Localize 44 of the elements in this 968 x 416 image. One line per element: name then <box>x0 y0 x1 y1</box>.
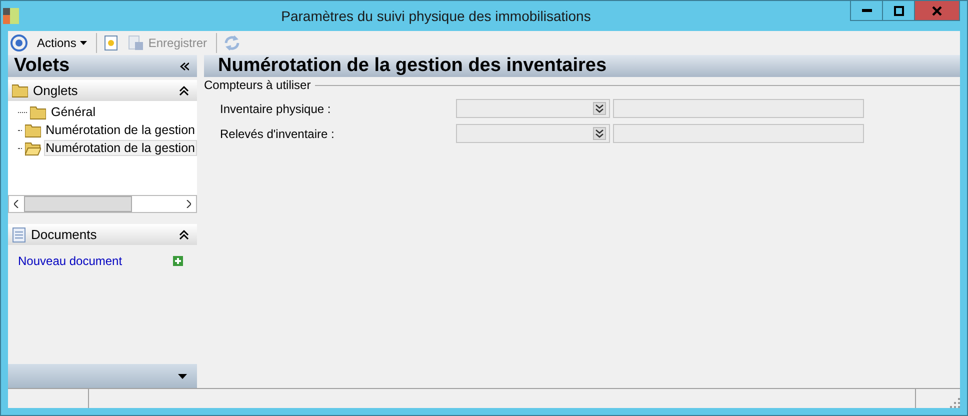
document-icon <box>12 226 26 242</box>
add-icon[interactable] <box>173 256 183 266</box>
close-icon <box>932 6 942 16</box>
caret-icon <box>80 41 88 45</box>
target-icon[interactable] <box>10 34 28 52</box>
resize-grip-icon[interactable] <box>950 398 960 408</box>
new-document-icon[interactable] <box>103 35 120 51</box>
content-title: Numérotation de la gestion des inventaires <box>218 55 607 77</box>
close-button[interactable] <box>914 1 960 21</box>
scrollbar-thumb[interactable] <box>24 196 132 212</box>
folder-icon <box>24 122 41 138</box>
save-icon <box>128 35 144 51</box>
minimize-icon <box>862 9 872 12</box>
folder-icon <box>30 104 46 120</box>
window-title: Paramètres du suivi physique des immobilisations <box>280 8 592 24</box>
dropdown-field[interactable] <box>456 99 610 118</box>
collapse-icon[interactable] <box>180 62 189 70</box>
folder-icon <box>12 83 28 98</box>
field-label: Relevés d'inventaire : <box>219 126 336 140</box>
input-field[interactable] <box>613 99 864 118</box>
field-label: Inventaire physique : <box>219 102 332 116</box>
dropdown-field[interactable] <box>456 124 610 143</box>
open-folder-icon <box>24 140 41 156</box>
app-icon <box>1 6 21 26</box>
double-chevron-down-icon <box>593 102 606 115</box>
pane-header[interactable]: Documents <box>8 224 197 245</box>
chevron-right-icon <box>186 200 191 208</box>
input-field[interactable] <box>613 124 864 143</box>
double-chevron-down-icon <box>593 127 606 140</box>
tree-item[interactable]: Numérotation de la gestion <box>44 140 197 156</box>
group-title: Compteurs à utiliser <box>204 78 311 92</box>
pane-header[interactable]: Onglets <box>8 80 197 101</box>
dropdown-arrow-icon[interactable] <box>178 374 187 378</box>
maximize-icon <box>894 6 904 16</box>
chevron-left-icon <box>14 200 19 208</box>
new-document-link[interactable]: Nouveau document <box>18 254 122 268</box>
actions-menu[interactable]: Actions <box>34 34 90 52</box>
collapse-icon[interactable] <box>179 228 189 240</box>
horizontal-scrollbar[interactable] <box>8 195 197 213</box>
tree-item[interactable]: Général <box>49 104 98 120</box>
minimize-button[interactable] <box>850 1 883 21</box>
collapse-icon[interactable] <box>179 84 189 96</box>
tree-item[interactable]: Numérotation de la gestion <box>44 122 197 138</box>
sidebar-title: Volets <box>14 55 70 77</box>
